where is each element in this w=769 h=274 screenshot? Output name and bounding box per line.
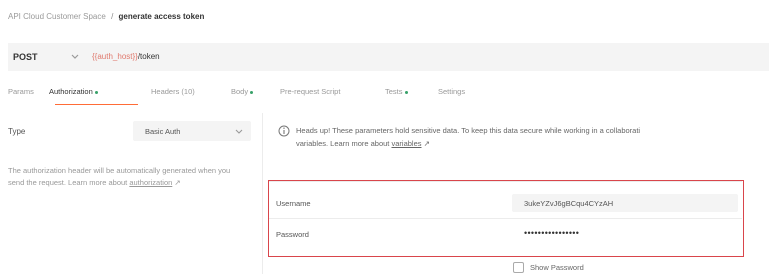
info-icon [278, 125, 290, 137]
tab-label: Params [8, 87, 34, 96]
external-link-icon: ↗ [174, 178, 181, 187]
tab-label: Headers (10) [151, 87, 195, 96]
chevron-down-icon[interactable] [70, 53, 80, 61]
username-field[interactable]: 3ukeYZvJ6gBCqu4CYzAH [512, 194, 738, 212]
auth-type-value: Basic Auth [145, 127, 181, 136]
show-password-toggle[interactable]: Show Password [513, 262, 584, 273]
tab-headers[interactable]: Headers (10) [151, 87, 195, 96]
url-path: /token [137, 52, 160, 61]
show-password-label: Show Password [530, 263, 584, 272]
tab-tests[interactable]: Tests [385, 87, 408, 96]
password-label: Password [276, 230, 309, 239]
tab-authorization[interactable]: Authorization [49, 87, 98, 96]
tab-pre-request-script[interactable]: Pre-request Script [280, 87, 340, 96]
show-password-checkbox[interactable] [513, 262, 524, 273]
external-link-icon: ↗ [423, 139, 430, 148]
divider [269, 181, 742, 182]
notice-text: Heads up! These parameters hold sensitiv… [296, 126, 641, 135]
indicator-dot [404, 90, 408, 94]
indicator-dot [250, 90, 254, 94]
tab-label: Tests [385, 87, 403, 96]
authorization-link[interactable]: authorization [129, 178, 172, 187]
username-value: 3ukeYZvJ6gBCqu4CYzAH [524, 199, 614, 208]
active-tab-indicator [55, 104, 138, 105]
page-title[interactable]: generate access token [119, 12, 205, 21]
auth-type-label: Type [8, 127, 26, 136]
breadcrumb-workspace[interactable]: API Cloud Customer Space [8, 12, 106, 21]
tab-settings[interactable]: Settings [438, 87, 465, 96]
url-input[interactable]: {{auth_host}}/token [92, 52, 160, 61]
username-label: Username [276, 199, 311, 208]
divider [269, 218, 742, 219]
tab-label: Authorization [49, 87, 93, 96]
auth-description-text: The authorization header will be automat… [8, 166, 231, 187]
request-url-bar: POST {{auth_host}}/token [8, 43, 769, 71]
indicator-dot [94, 90, 98, 94]
tab-body[interactable]: Body [231, 87, 254, 96]
breadcrumb: API Cloud Customer Space / generate acce… [8, 12, 204, 21]
tab-params[interactable]: Params [8, 87, 34, 96]
column-divider [262, 113, 263, 274]
sensitive-data-notice: Heads up! These parameters hold sensitiv… [296, 124, 769, 150]
tab-label: Settings [438, 87, 466, 96]
breadcrumb-separator: / [111, 12, 114, 21]
method-selector[interactable]: POST [13, 52, 38, 62]
chevron-down-icon [235, 129, 243, 134]
tab-label: Body [231, 87, 249, 96]
tab-label: Pre-request Script [280, 87, 341, 96]
password-field[interactable]: •••••••••••••••• [524, 228, 579, 238]
variables-link[interactable]: variables [391, 139, 421, 148]
auth-type-dropdown[interactable]: Basic Auth [133, 121, 251, 141]
auth-description: The authorization header will be automat… [8, 165, 248, 189]
url-variable: {{auth_host}} [92, 52, 138, 61]
credentials-highlight: Username 3ukeYZvJ6gBCqu4CYzAH Password •… [268, 180, 744, 257]
notice-text-2: variables. Learn more about [296, 139, 390, 148]
